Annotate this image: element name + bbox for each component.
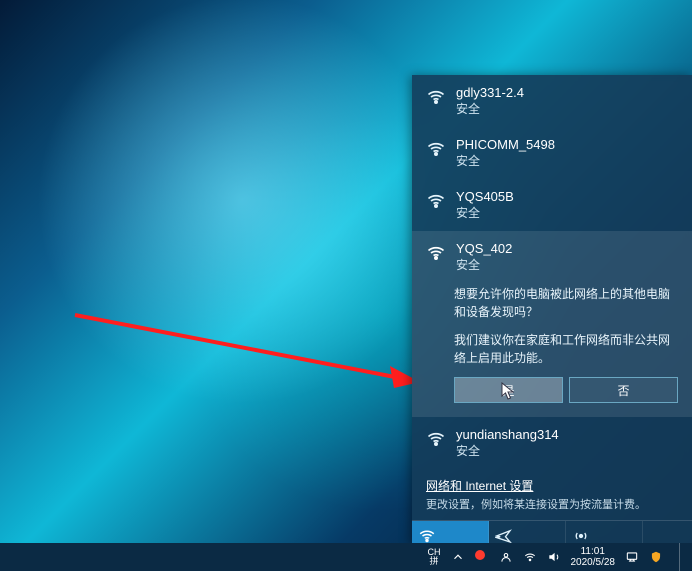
network-ssid: YQS_402 — [456, 241, 512, 257]
network-flyout: gdly331-2.4 安全 PHICOMM_5498 安全 — [412, 75, 692, 545]
button-label: 否 — [617, 382, 629, 399]
wifi-icon — [426, 429, 446, 449]
show-desktop-button[interactable] — [679, 543, 686, 571]
network-item[interactable]: yundianshang314 安全 — [412, 417, 692, 469]
network-ssid: YQS405B — [456, 189, 514, 205]
network-status: 安全 — [456, 257, 512, 273]
wifi-icon — [426, 139, 446, 159]
wifi-icon — [426, 243, 446, 263]
network-item[interactable]: gdly331-2.4 安全 — [412, 75, 692, 127]
desktop-background: gdly331-2.4 安全 PHICOMM_5498 安全 — [0, 0, 692, 571]
annotation-arrow — [70, 310, 420, 390]
volume-icon[interactable] — [547, 550, 561, 564]
prompt-line: 我们建议你在家庭和工作网络而非公共网络上启用此功能。 — [454, 331, 678, 367]
no-button[interactable]: 否 — [569, 377, 678, 403]
network-item[interactable]: YQS405B 安全 — [412, 179, 692, 231]
network-ssid: gdly331-2.4 — [456, 85, 524, 101]
network-settings-link[interactable]: 网络和 Internet 设置 — [426, 479, 533, 493]
tray-chevron-icon[interactable] — [451, 550, 465, 564]
network-status: 安全 — [456, 101, 524, 117]
wifi-tray-icon[interactable] — [523, 550, 537, 564]
network-status: 安全 — [456, 205, 514, 221]
clock-date: 2020/5/28 — [571, 557, 616, 568]
network-item-expanded[interactable]: YQS_402 安全 想要允许你的电脑被此网络上的其他电脑和设备发现吗？ 我们建… — [412, 231, 692, 417]
wifi-icon — [426, 87, 446, 107]
yes-button[interactable]: 是 — [454, 377, 563, 403]
people-icon[interactable] — [499, 550, 513, 564]
network-item[interactable]: PHICOMM_5498 安全 — [412, 127, 692, 179]
record-icon[interactable] — [475, 550, 489, 564]
taskbar: CH 拼 11:01 2020/5/28 — [0, 543, 692, 571]
clock-time: 11:01 — [581, 546, 605, 557]
button-label: 是 — [502, 382, 514, 399]
ime-mode: 拼 — [429, 557, 438, 566]
taskbar-clock[interactable]: 11:01 2020/5/28 — [571, 546, 616, 568]
network-ssid: yundianshang314 — [456, 427, 559, 443]
shield-icon[interactable] — [649, 550, 663, 564]
network-status: 安全 — [456, 443, 559, 459]
network-settings-desc: 更改设置，例如将某连接设置为按流量计费。 — [412, 496, 692, 520]
network-ssid: PHICOMM_5498 — [456, 137, 555, 153]
network-list: gdly331-2.4 安全 PHICOMM_5498 安全 — [412, 75, 692, 469]
wifi-icon — [426, 191, 446, 211]
prompt-line: 想要允许你的电脑被此网络上的其他电脑和设备发现吗？ — [454, 285, 678, 321]
ime-indicator[interactable]: CH 拼 — [428, 548, 441, 566]
action-center-icon[interactable] — [625, 550, 639, 564]
network-status: 安全 — [456, 153, 555, 169]
discovery-prompt: 想要允许你的电脑被此网络上的其他电脑和设备发现吗？ 我们建议你在家庭和工作网络而… — [454, 285, 678, 367]
